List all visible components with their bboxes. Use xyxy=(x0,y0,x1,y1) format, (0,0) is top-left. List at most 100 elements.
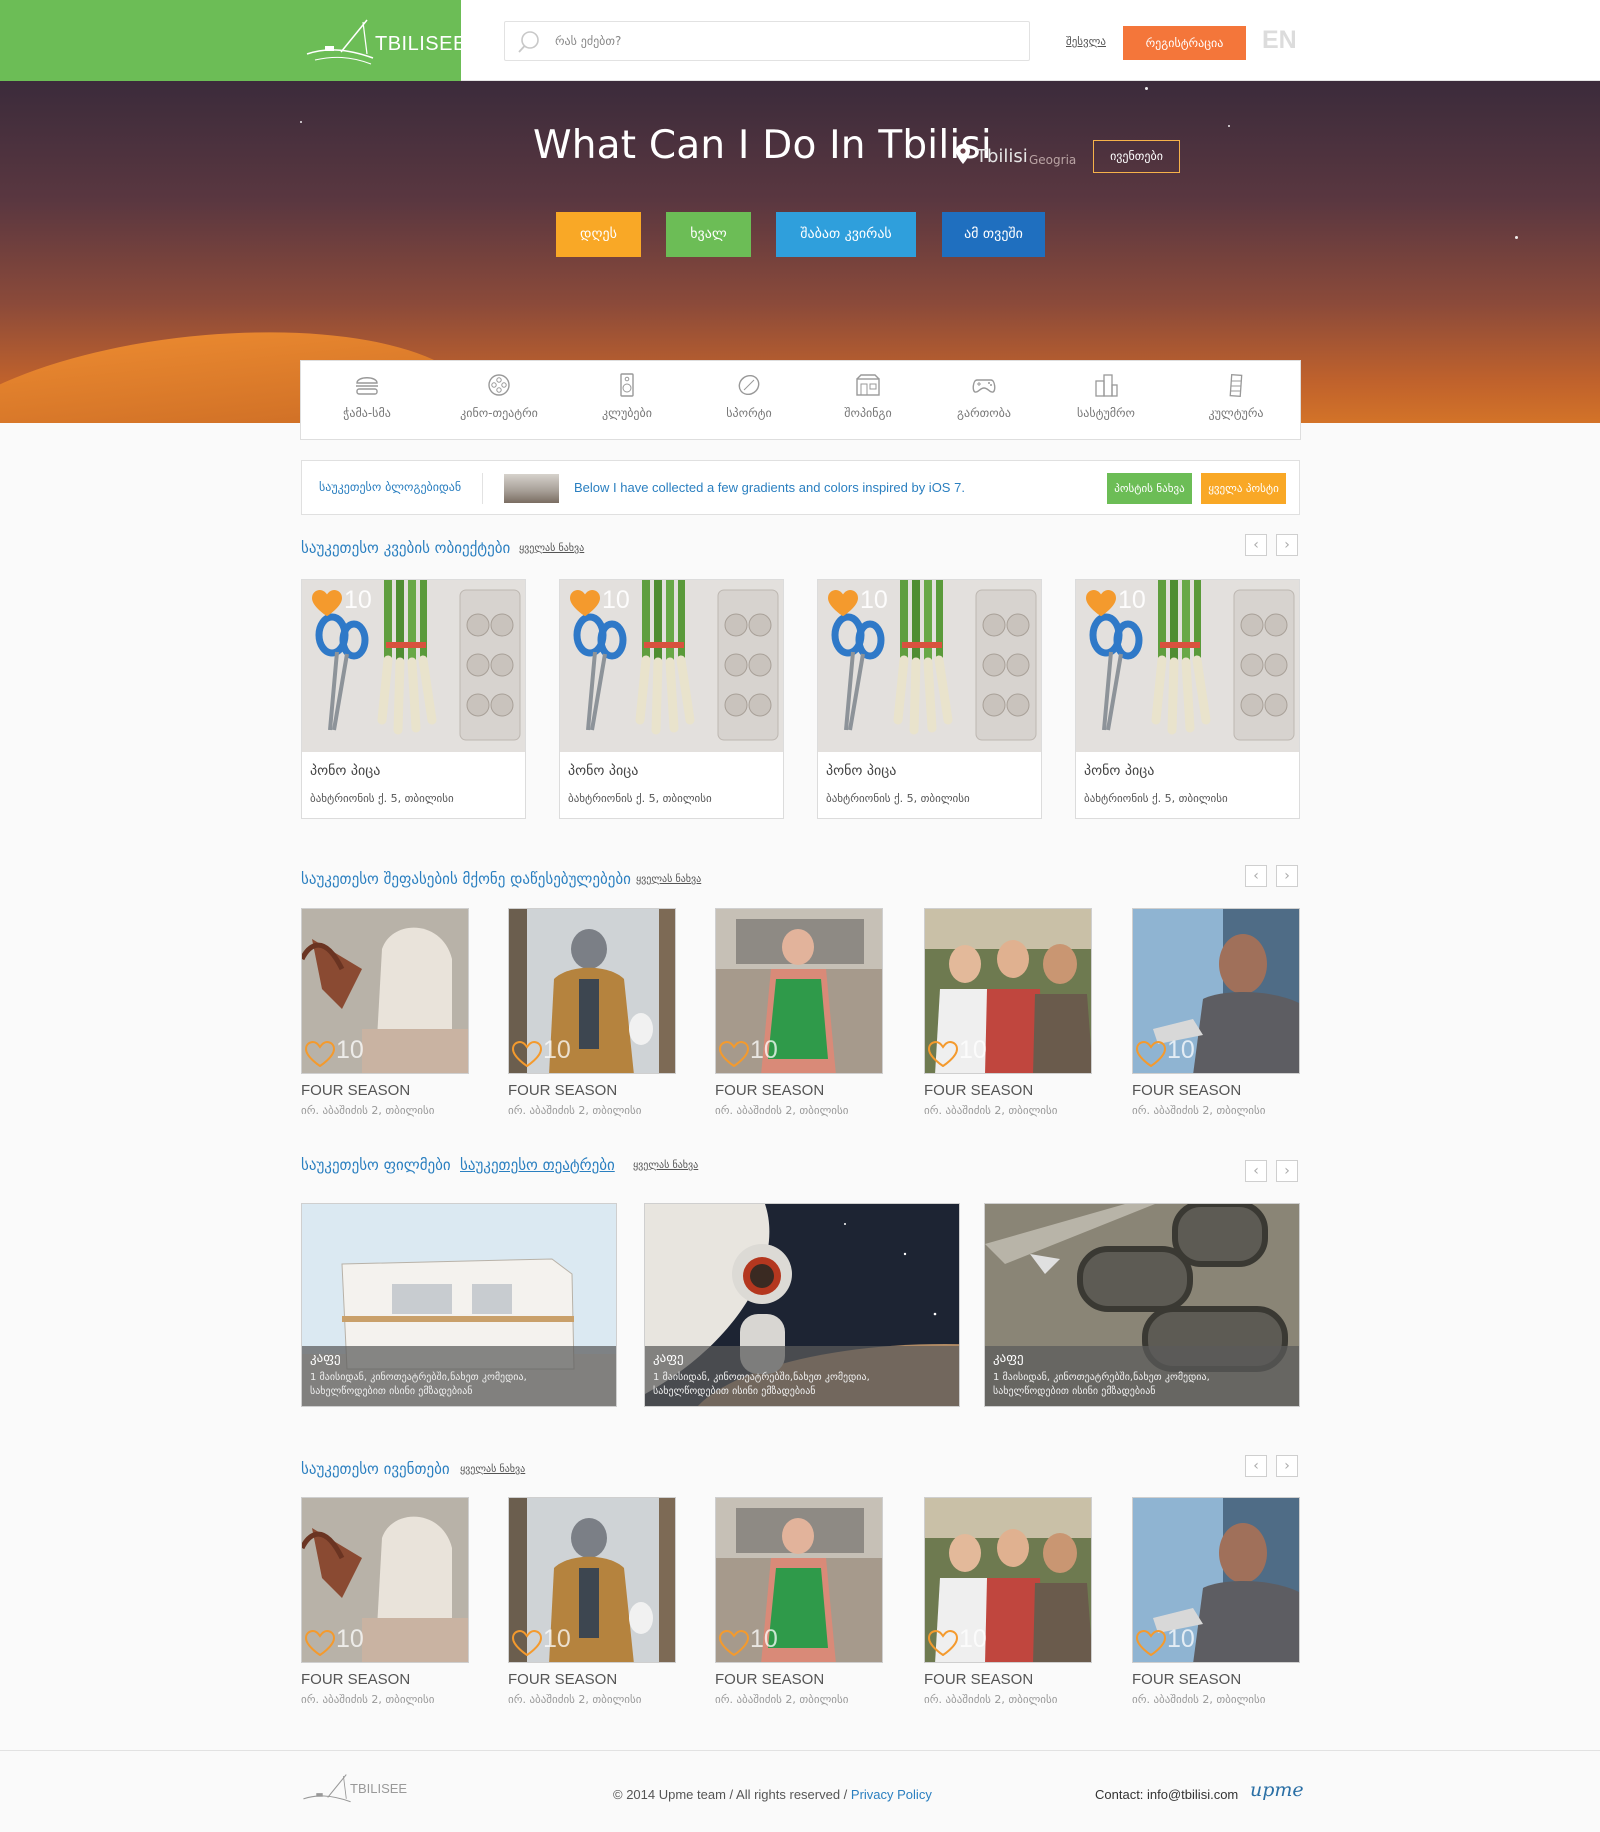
place-tile[interactable]: 10 xyxy=(924,1497,1092,1663)
heart-icon[interactable] xyxy=(512,1630,542,1656)
category-hotel[interactable]: სასტუმრო xyxy=(1041,361,1171,439)
place-name[interactable]: FOUR SEASON xyxy=(715,1671,824,1688)
place-card[interactable]: 10 პონო პიცა ბახტრიონის ქ. 5, თბილისი xyxy=(1075,579,1300,819)
section-title-rated: საუკეთესო შეფასების მქონე დაწესებულებები xyxy=(301,870,631,888)
place-name[interactable]: FOUR SEASON xyxy=(1132,1671,1241,1688)
place-address: ბახტრიონის ქ. 5, თბილისი xyxy=(310,792,454,805)
heart-icon[interactable] xyxy=(1136,1041,1166,1067)
heart-icon[interactable] xyxy=(305,1630,335,1656)
heart-icon[interactable] xyxy=(305,1041,335,1067)
tab-best-theatres[interactable]: საუკეთესო თეატრები xyxy=(460,1156,615,1174)
view-all-link[interactable]: ყველას ნახვა xyxy=(633,1160,698,1171)
heart-icon[interactable] xyxy=(512,1041,542,1067)
heart-icon[interactable] xyxy=(1136,1630,1166,1656)
view-all-link[interactable]: ყველას ნახვა xyxy=(460,1464,525,1475)
film-title[interactable]: კაფე xyxy=(310,1351,341,1366)
view-all-link[interactable]: ყველას ნახვა xyxy=(519,543,584,554)
next-arrow[interactable]: › xyxy=(1276,1455,1298,1477)
category-shopping[interactable]: შოპინგი xyxy=(809,361,927,439)
heart-icon[interactable] xyxy=(719,1630,749,1656)
place-tile[interactable]: 10 xyxy=(715,1497,883,1663)
place-name[interactable]: FOUR SEASON xyxy=(301,1671,410,1688)
logo-mark-icon xyxy=(306,19,374,65)
place-name[interactable]: FOUR SEASON xyxy=(301,1082,410,1099)
place-name[interactable]: FOUR SEASON xyxy=(715,1082,824,1099)
privacy-link[interactable]: Privacy Policy xyxy=(851,1787,932,1802)
search-box[interactable] xyxy=(504,21,1030,61)
place-name[interactable]: FOUR SEASON xyxy=(1132,1082,1241,1099)
heart-icon[interactable] xyxy=(312,590,342,616)
place-tile[interactable]: 10 xyxy=(508,1497,676,1663)
weekend-button[interactable]: შაბათ კვირას xyxy=(776,212,916,257)
place-tile[interactable]: 10 xyxy=(715,908,883,1074)
category-cinema[interactable]: კინო-თეატრი xyxy=(433,361,565,439)
copyright-text: © 2014 Upme team / All rights reserved / xyxy=(613,1787,851,1802)
place-card[interactable]: 10 პონო პიცა ბახტრიონის ქ. 5, თბილისი xyxy=(817,579,1042,819)
divider xyxy=(482,473,483,504)
film-card[interactable]: კაფე 1 მაისიდან, კინოთეატრებში,ნახეთ კომე… xyxy=(984,1203,1300,1407)
search-icon xyxy=(518,31,539,53)
place-name[interactable]: პონო პიცა xyxy=(1084,763,1154,779)
heart-icon[interactable] xyxy=(1086,590,1116,616)
place-name[interactable]: FOUR SEASON xyxy=(508,1082,617,1099)
view-all-link[interactable]: ყველას ნახვა xyxy=(636,874,701,885)
place-tile[interactable]: 10 xyxy=(301,908,469,1074)
prev-arrow[interactable]: ‹ xyxy=(1245,1160,1267,1182)
category-sport[interactable]: სპორტი xyxy=(689,361,809,439)
login-link[interactable]: შესვლა xyxy=(1066,35,1106,48)
all-posts-button[interactable]: ყველა პოსტი xyxy=(1201,473,1286,504)
place-card[interactable]: 10 პონო პიცა ბახტრიონის ქ. 5, თბილისი xyxy=(559,579,784,819)
events-button[interactable]: ივენთები xyxy=(1093,140,1180,173)
like-count: 10 xyxy=(1118,586,1146,614)
category-culture[interactable]: კულტურა xyxy=(1171,361,1301,439)
film-card[interactable]: კაფე 1 მაისიდან, კინოთეატრებში,ნახეთ კომე… xyxy=(301,1203,617,1407)
tab-best-films[interactable]: საუკეთესო ფილმები xyxy=(301,1156,451,1174)
prev-arrow[interactable]: ‹ xyxy=(1245,865,1267,887)
place-name[interactable]: FOUR SEASON xyxy=(924,1671,1033,1688)
category-entertainment[interactable]: გართობა xyxy=(927,361,1041,439)
place-tile[interactable]: 10 xyxy=(924,908,1092,1074)
tomorrow-button[interactable]: ხვალ xyxy=(666,212,751,257)
upme-logo[interactable]: upme xyxy=(1250,1779,1304,1801)
place-name[interactable]: FOUR SEASON xyxy=(924,1082,1033,1099)
place-tile[interactable]: 10 xyxy=(508,908,676,1074)
category-label: სპორტი xyxy=(726,406,772,420)
today-button[interactable]: დღეს xyxy=(556,212,641,257)
place-tile[interactable]: 10 xyxy=(1132,1497,1300,1663)
heart-icon[interactable] xyxy=(828,590,858,616)
film-title[interactable]: კაფე xyxy=(653,1351,684,1366)
film-card[interactable]: კაფე 1 მაისიდან, კინოთეატრებში,ნახეთ კომე… xyxy=(644,1203,960,1407)
view-post-button[interactable]: პოსტის ნახვა xyxy=(1107,473,1192,504)
gamepad-icon xyxy=(972,379,996,393)
film-title[interactable]: კაფე xyxy=(993,1351,1024,1366)
place-name[interactable]: პონო პიცა xyxy=(826,763,896,779)
place-tile[interactable]: 10 xyxy=(301,1497,469,1663)
place-tile[interactable]: 10 xyxy=(1132,908,1300,1074)
heart-icon[interactable] xyxy=(570,590,600,616)
like-count: 10 xyxy=(750,1625,778,1653)
heart-icon[interactable] xyxy=(928,1630,958,1656)
blog-thumbnail[interactable] xyxy=(504,474,559,503)
search-input[interactable] xyxy=(555,22,1015,60)
contact-email[interactable]: Contact: info@tbilisi.com xyxy=(1095,1787,1238,1802)
blog-post-link[interactable]: Below I have collected a few gradients a… xyxy=(574,480,965,495)
next-arrow[interactable]: › xyxy=(1276,1160,1298,1182)
footer-logo[interactable]: TBILISEE xyxy=(302,1771,412,1811)
category-food[interactable]: ჭამა-სმა xyxy=(301,361,433,439)
prev-arrow[interactable]: ‹ xyxy=(1245,1455,1267,1477)
this-month-button[interactable]: ამ თვეში xyxy=(942,212,1045,257)
place-card[interactable]: 10 პონო პიცა ბახტრიონის ქ. 5, თბილისი xyxy=(301,579,526,819)
next-arrow[interactable]: › xyxy=(1276,534,1298,556)
register-button[interactable]: რეგისტრაცია xyxy=(1123,26,1246,60)
logo[interactable]: TBILISEE xyxy=(305,18,466,68)
heart-icon[interactable] xyxy=(719,1041,749,1067)
heart-icon[interactable] xyxy=(928,1041,958,1067)
place-address: ირ. აბაშიძის 2, თბილისი xyxy=(924,1104,1058,1117)
place-name[interactable]: პონო პიცა xyxy=(310,763,380,779)
category-clubs[interactable]: კლუბები xyxy=(565,361,689,439)
place-name[interactable]: პონო პიცა xyxy=(568,763,638,779)
language-switch[interactable]: EN xyxy=(1262,26,1297,55)
place-name[interactable]: FOUR SEASON xyxy=(508,1671,617,1688)
prev-arrow[interactable]: ‹ xyxy=(1245,534,1267,556)
next-arrow[interactable]: › xyxy=(1276,865,1298,887)
